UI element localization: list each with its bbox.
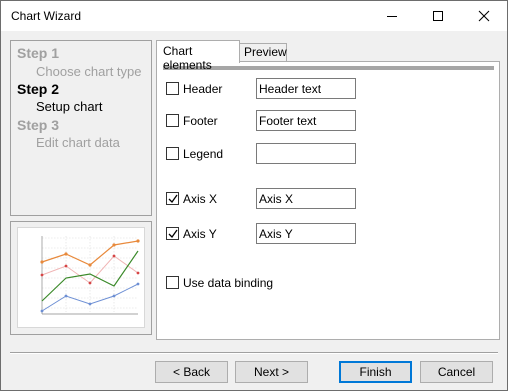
next-button[interactable]: Next >	[235, 361, 308, 383]
use-data-binding-checkbox[interactable]	[166, 276, 179, 289]
step-1-subtitle: Choose chart type	[36, 64, 142, 79]
maximize-button[interactable]	[415, 1, 461, 31]
step-3-subtitle: Edit chart data	[36, 135, 120, 150]
chart-preview-thumbnail	[10, 221, 152, 335]
axis-y-text-field[interactable]	[256, 223, 356, 244]
header-checkbox[interactable]	[166, 82, 179, 95]
minimize-button[interactable]	[369, 1, 415, 31]
tab-chart-elements[interactable]: Chart elements	[156, 40, 240, 72]
axis-y-checkbox-label: Axis Y	[183, 227, 217, 241]
chart-wizard-window: Chart Wizard Step 1 Choose chart type St…	[0, 0, 508, 391]
tab-preview[interactable]: Preview	[238, 43, 287, 62]
tab-chart-elements-label: Chart elements	[163, 44, 212, 72]
step-2-subtitle: Setup chart	[36, 99, 103, 114]
use-data-binding-label: Use data binding	[183, 276, 274, 290]
legend-checkbox[interactable]	[166, 147, 179, 160]
chart-thumbnail-image	[17, 227, 145, 328]
axis-x-text-field[interactable]	[256, 188, 356, 209]
step-1-title: Step 1	[17, 45, 60, 61]
title-bar[interactable]: Chart Wizard	[1, 1, 507, 31]
axis-x-checkbox-label: Axis X	[183, 192, 218, 206]
line-chart-thumbnail-icon	[40, 236, 140, 315]
footer-checkbox[interactable]	[166, 114, 179, 127]
maximize-icon	[433, 11, 443, 21]
header-text-field[interactable]	[256, 78, 356, 99]
footer-text-field[interactable]	[256, 110, 356, 131]
step-3-title: Step 3	[17, 117, 60, 133]
axis-y-checkbox[interactable]	[166, 227, 179, 240]
legend-text-field[interactable]	[256, 143, 356, 164]
window-title: Chart Wizard	[11, 9, 82, 23]
back-button[interactable]: < Back	[155, 361, 228, 383]
finish-button[interactable]: Finish	[339, 361, 412, 383]
close-icon	[478, 10, 490, 22]
axis-x-checkbox[interactable]	[166, 192, 179, 205]
footer-separator-highlight	[10, 353, 498, 354]
footer-checkbox-label: Footer	[183, 114, 218, 128]
header-checkbox-label: Header	[183, 82, 223, 96]
checkmark-icon	[168, 229, 178, 239]
checkmark-icon	[168, 194, 178, 204]
wizard-steps-panel: Step 1 Choose chart type Step 2 Setup ch…	[10, 40, 152, 216]
chart-elements-panel: Header Footer Legend Axis X Axis Y Use d…	[156, 61, 500, 340]
cancel-button[interactable]: Cancel	[420, 361, 493, 383]
step-2-title: Step 2	[17, 81, 60, 97]
minimize-icon	[387, 16, 397, 17]
tab-preview-label: Preview	[244, 45, 287, 59]
close-button[interactable]	[461, 1, 507, 31]
legend-checkbox-label: Legend	[183, 147, 224, 161]
